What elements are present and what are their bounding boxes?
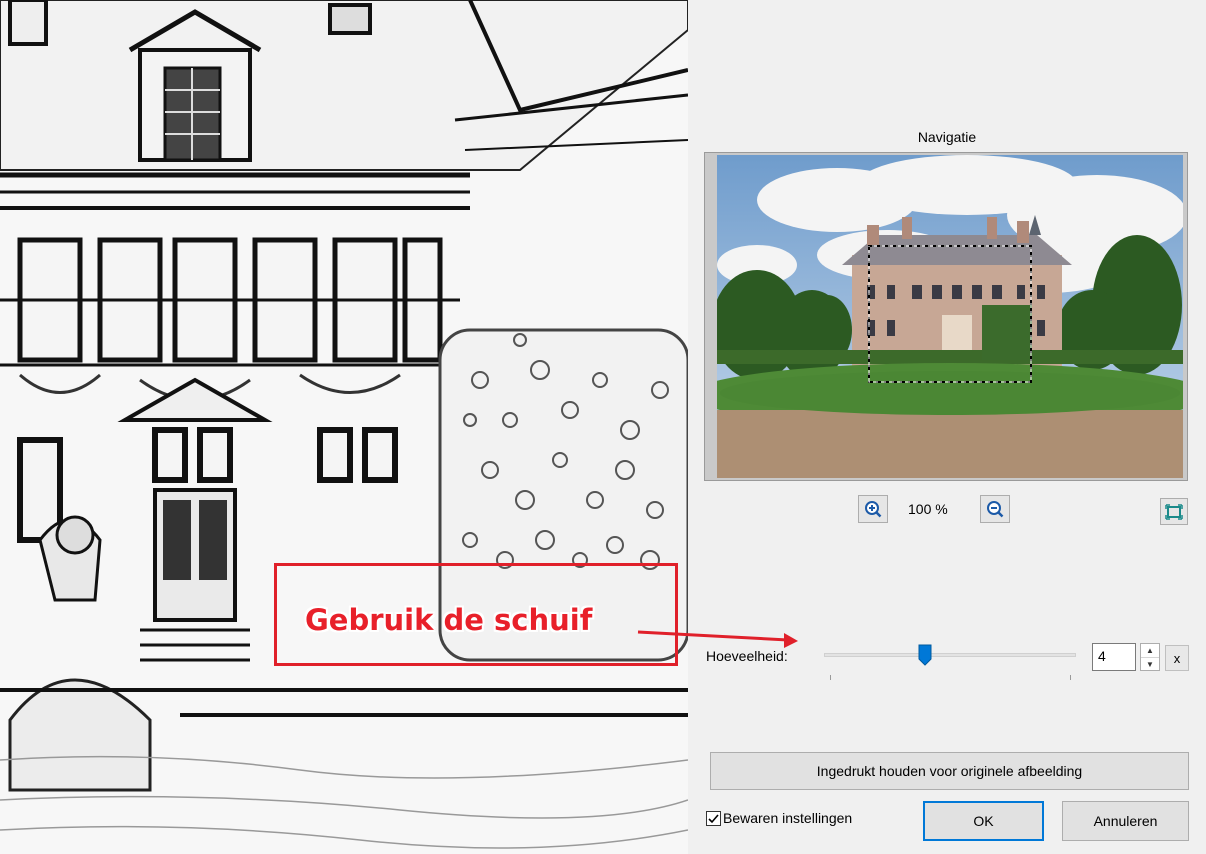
zoom-in-icon: [865, 501, 882, 518]
keep-settings-label: Bewaren instellingen: [723, 810, 853, 826]
zoom-out-button[interactable]: [980, 495, 1010, 523]
zoom-out-icon: [987, 501, 1004, 518]
cancel-button[interactable]: Annuleren: [1062, 801, 1189, 841]
checkbox-box[interactable]: [706, 810, 721, 826]
amount-input[interactable]: 4: [1092, 643, 1136, 671]
zoom-level: 100 %: [908, 501, 948, 517]
effect-preview-canvas[interactable]: [0, 0, 688, 854]
amount-label: Hoeveelheid:: [706, 648, 788, 664]
slider-tick: [1070, 675, 1071, 680]
spin-down-icon[interactable]: ▼: [1141, 658, 1159, 671]
zoom-in-button[interactable]: [858, 495, 888, 523]
keep-settings-checkbox[interactable]: Bewaren instellingen: [706, 810, 852, 826]
navigation-title: Navigatie: [917, 129, 977, 145]
navigation-panel[interactable]: [704, 152, 1188, 481]
navigation-thumbnail[interactable]: [717, 155, 1183, 478]
reset-amount-button[interactable]: x: [1165, 645, 1189, 671]
annotation-text: Gebruik de schuif: [305, 603, 593, 637]
slider-tick: [830, 675, 831, 680]
amount-slider-thumb[interactable]: [918, 644, 932, 666]
fit-to-window-button[interactable]: [1160, 498, 1188, 525]
amount-spinner[interactable]: ▲ ▼: [1140, 643, 1160, 671]
fit-to-window-icon: [1165, 503, 1183, 520]
checkmark-icon: [708, 813, 719, 823]
ok-button[interactable]: OK: [923, 801, 1044, 841]
spin-up-icon[interactable]: ▲: [1141, 644, 1159, 658]
hold-original-button[interactable]: Ingedrukt houden voor originele afbeeldi…: [710, 752, 1189, 790]
amount-slider-track[interactable]: [824, 653, 1076, 657]
sketch-preview-image: [0, 0, 688, 854]
